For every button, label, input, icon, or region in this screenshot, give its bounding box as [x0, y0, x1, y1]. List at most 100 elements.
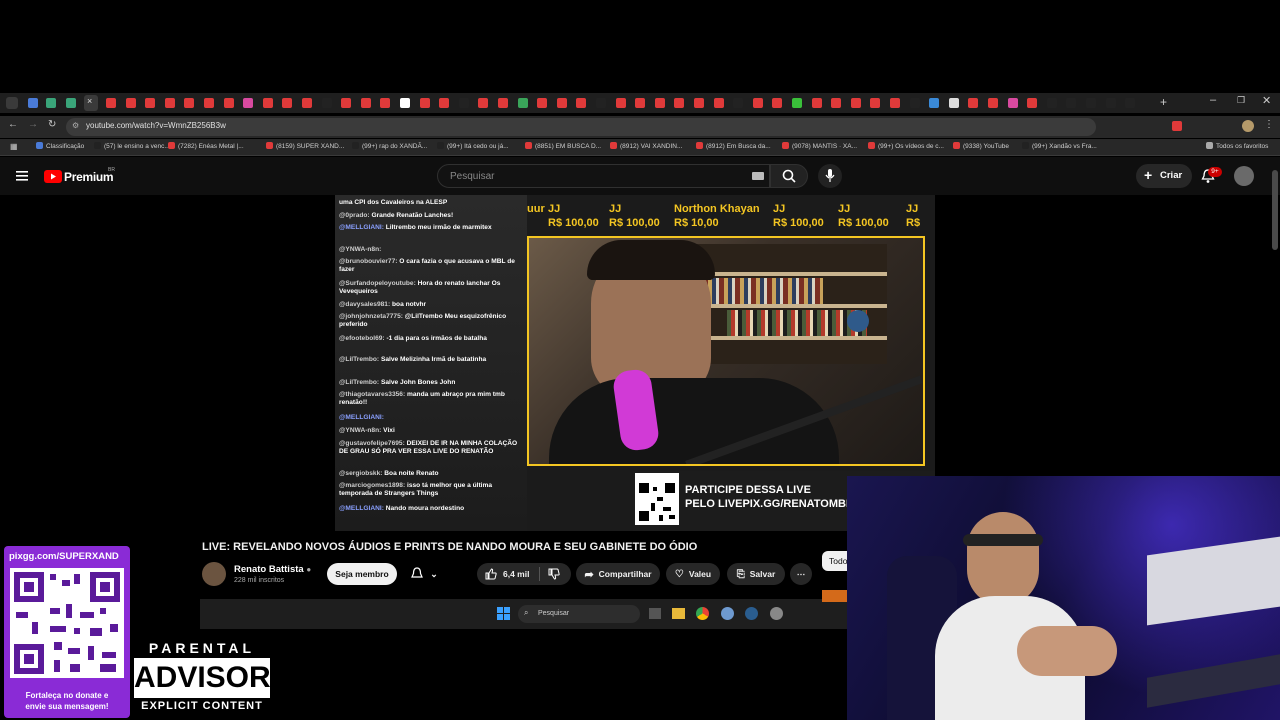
file-explorer-icon[interactable]	[672, 608, 685, 619]
settings-icon[interactable]	[721, 607, 734, 620]
tab-icon[interactable]	[380, 98, 391, 108]
tab-icon[interactable]	[909, 98, 920, 108]
menu-icon[interactable]: ⋮	[1264, 119, 1274, 130]
tab-icon[interactable]	[400, 98, 410, 108]
tab-icon[interactable]	[968, 98, 979, 108]
like-button[interactable]: 6,4 mil	[485, 568, 529, 580]
tab-icon[interactable]	[1027, 98, 1038, 108]
tab-icon[interactable]	[772, 98, 783, 108]
tab-icon[interactable]	[517, 98, 528, 108]
profile-avatar[interactable]	[1242, 120, 1254, 132]
bookmark-item[interactable]: (99+) rap do XANDÃ...	[352, 142, 427, 150]
tab-icon[interactable]	[752, 98, 763, 108]
tab-icon[interactable]	[635, 98, 646, 108]
tab-icon[interactable]	[204, 98, 214, 108]
bookmark-item[interactable]: (8851) EM BUSCA D...	[525, 142, 601, 150]
tab-icon[interactable]	[1125, 98, 1136, 108]
bookmark-item[interactable]: (99+) Os vídeos de c...	[868, 142, 944, 150]
bookmark-item[interactable]: (9078) MANTIS · XA...	[782, 142, 857, 150]
tab-icon[interactable]	[46, 98, 56, 108]
more-actions-button[interactable]: ⋯	[790, 563, 812, 585]
address-bar[interactable]: ⚙ youtube.com/watch?v=WmnZB256B3w	[66, 118, 1096, 136]
subscribe-bell-button[interactable]: ⌄	[402, 563, 446, 585]
bookmark-item[interactable]: (99+) Itá cedo ou já...	[437, 142, 509, 150]
tab-icon[interactable]	[164, 98, 175, 108]
tab-icon[interactable]	[321, 98, 332, 108]
steam-icon[interactable]	[745, 607, 758, 620]
tab-icon[interactable]	[1086, 98, 1096, 108]
tab-icon[interactable]	[792, 98, 802, 108]
window-close-button[interactable]: ✕	[1262, 94, 1271, 107]
tab-icon[interactable]	[870, 98, 881, 108]
tab-icon[interactable]	[733, 98, 744, 108]
keyboard-icon[interactable]	[752, 172, 764, 180]
channel-name[interactable]: Renato Battista ●	[234, 564, 311, 575]
join-button[interactable]: Seja membro	[327, 563, 397, 585]
tab-icon[interactable]	[811, 98, 822, 108]
tab-icon[interactable]	[458, 98, 469, 108]
share-button[interactable]: ➦ Compartilhar	[576, 563, 660, 585]
close-icon[interactable]: ×	[87, 96, 92, 106]
create-button[interactable]: + Criar	[1136, 164, 1192, 188]
task-view-icon[interactable]	[649, 608, 661, 619]
page-scrollbar[interactable]	[1272, 170, 1278, 250]
minimize-button[interactable]: –	[1210, 94, 1216, 106]
tab-icon[interactable]	[890, 98, 900, 108]
tab-icon[interactable]	[674, 98, 685, 108]
tab-icon[interactable]	[419, 98, 430, 108]
tab-icon[interactable]	[302, 98, 312, 108]
hamburger-menu-icon[interactable]	[16, 170, 28, 182]
tab-icon[interactable]	[106, 98, 116, 108]
bookmark-item[interactable]: (8912) VAI XANDIN...	[610, 142, 682, 150]
thumbs-down-icon[interactable]	[548, 568, 560, 580]
tab-icon[interactable]	[478, 98, 489, 108]
windows-start-icon[interactable]	[497, 607, 510, 620]
tab-icon[interactable]	[1105, 98, 1116, 108]
reload-icon[interactable]: ↻	[48, 119, 56, 130]
voice-search-button[interactable]	[818, 164, 842, 188]
apps-grid-icon[interactable]: ▦	[10, 142, 18, 151]
tab-icon[interactable]	[948, 98, 959, 108]
site-info-icon[interactable]: ⚙	[72, 121, 79, 130]
save-button[interactable]: ⎘ Salvar	[727, 563, 785, 585]
tab-icon[interactable]	[28, 98, 38, 108]
video-player[interactable]: uma CPI dos Cavaleiros na ALESP @0prado: …	[335, 195, 935, 531]
bookmark-item[interactable]: (99+) Xandão vs Fra...	[1022, 142, 1097, 150]
bookmark-item[interactable]: Classificação	[36, 142, 84, 150]
tab-icon[interactable]	[929, 98, 940, 108]
search-button[interactable]	[770, 164, 808, 188]
tab-icon[interactable]	[243, 98, 254, 108]
tab-icon[interactable]	[1046, 98, 1057, 108]
active-tab[interactable]: ×	[84, 95, 98, 111]
restore-button[interactable]: ❐	[1237, 95, 1245, 106]
chrome-icon[interactable]	[696, 607, 709, 620]
tab-icon[interactable]	[145, 98, 156, 108]
tab-icon[interactable]	[713, 98, 724, 108]
youtube-logo-icon[interactable]	[44, 170, 62, 183]
tab-icon[interactable]	[596, 98, 606, 108]
tab-icon[interactable]	[498, 98, 508, 108]
tab-icon[interactable]	[223, 98, 234, 108]
tab-icon[interactable]	[1066, 98, 1077, 108]
extension-icon[interactable]	[1172, 121, 1182, 131]
tab-icon[interactable]	[360, 98, 371, 108]
all-favorites[interactable]: Todos os favoritos	[1206, 142, 1268, 150]
tab-icon[interactable]	[537, 98, 548, 108]
thanks-button[interactable]: ♡ Valeu	[666, 563, 720, 585]
channel-avatar[interactable]	[202, 562, 226, 586]
tab-icon[interactable]	[576, 98, 587, 108]
bookmark-item[interactable]: (9338) YouTube	[953, 142, 1009, 150]
tab-icon[interactable]	[439, 98, 450, 108]
tab-icon[interactable]	[1007, 98, 1018, 108]
tab-icon[interactable]	[282, 98, 293, 108]
bookmark-item[interactable]: (8912) Em Busca da...	[696, 142, 771, 150]
forward-icon[interactable]: →	[28, 119, 38, 130]
youtube-premium-logo[interactable]: Premium	[64, 170, 114, 184]
tab-icon[interactable]	[615, 98, 626, 108]
bookmark-item[interactable]: (7282) Enéas Metal |...	[168, 142, 244, 150]
new-tab-button[interactable]: +	[1160, 95, 1167, 109]
tab-icon[interactable]	[184, 98, 195, 108]
app-icon[interactable]	[770, 607, 783, 620]
tab-icon[interactable]	[988, 98, 998, 108]
tab-icon[interactable]	[831, 98, 842, 108]
